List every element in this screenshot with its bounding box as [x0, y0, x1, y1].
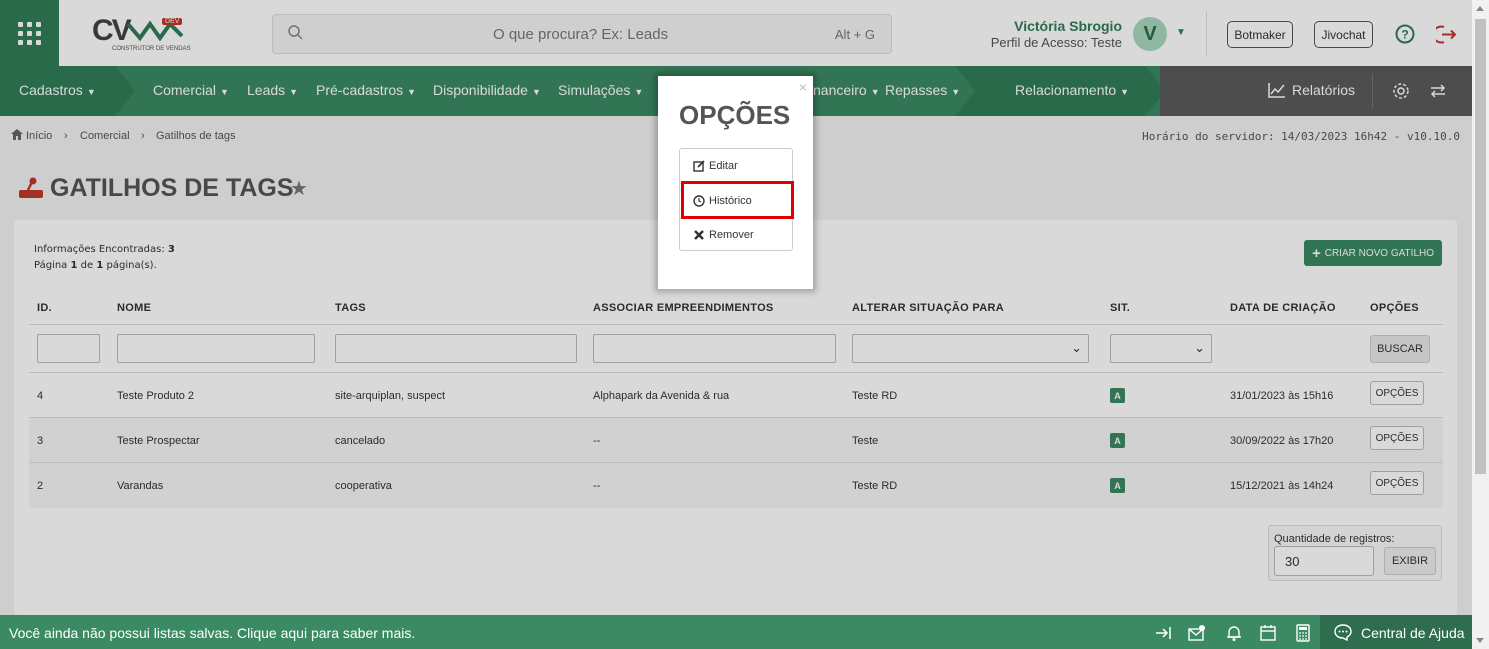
- chat-icon: [1334, 624, 1352, 641]
- scrollbar-thumb[interactable]: [1475, 19, 1486, 474]
- calculator-icon[interactable]: [1294, 624, 1312, 642]
- menu-item-editar[interactable]: Editar: [680, 149, 792, 183]
- help-center-button[interactable]: Central de Ajuda: [1320, 615, 1472, 649]
- menu-item-label: Editar: [709, 160, 738, 172]
- footer-bar: Você ainda não possui listas salvas. Cli…: [0, 615, 1472, 649]
- help-center-label: Central de Ajuda: [1361, 625, 1465, 641]
- scrollbar[interactable]: [1472, 0, 1489, 649]
- saved-lists-message[interactable]: Você ainda não possui listas salvas. Cli…: [9, 625, 415, 641]
- mail-star-icon[interactable]: [1188, 624, 1206, 642]
- bell-icon[interactable]: [1225, 624, 1243, 642]
- close-icon[interactable]: ×: [799, 79, 807, 95]
- sidebar-expand-icon[interactable]: [1154, 624, 1172, 642]
- remove-icon: [694, 230, 704, 240]
- scroll-up-icon[interactable]: [1476, 6, 1484, 11]
- edit-icon: [693, 160, 705, 172]
- menu-item-label: Remover: [709, 229, 754, 241]
- menu-item-remover[interactable]: Remover: [680, 218, 792, 252]
- highlight-box: [681, 181, 794, 219]
- scroll-down-icon[interactable]: [1476, 638, 1484, 643]
- calendar-icon[interactable]: [1259, 624, 1277, 642]
- modal-title: OPÇÕES: [679, 100, 791, 130]
